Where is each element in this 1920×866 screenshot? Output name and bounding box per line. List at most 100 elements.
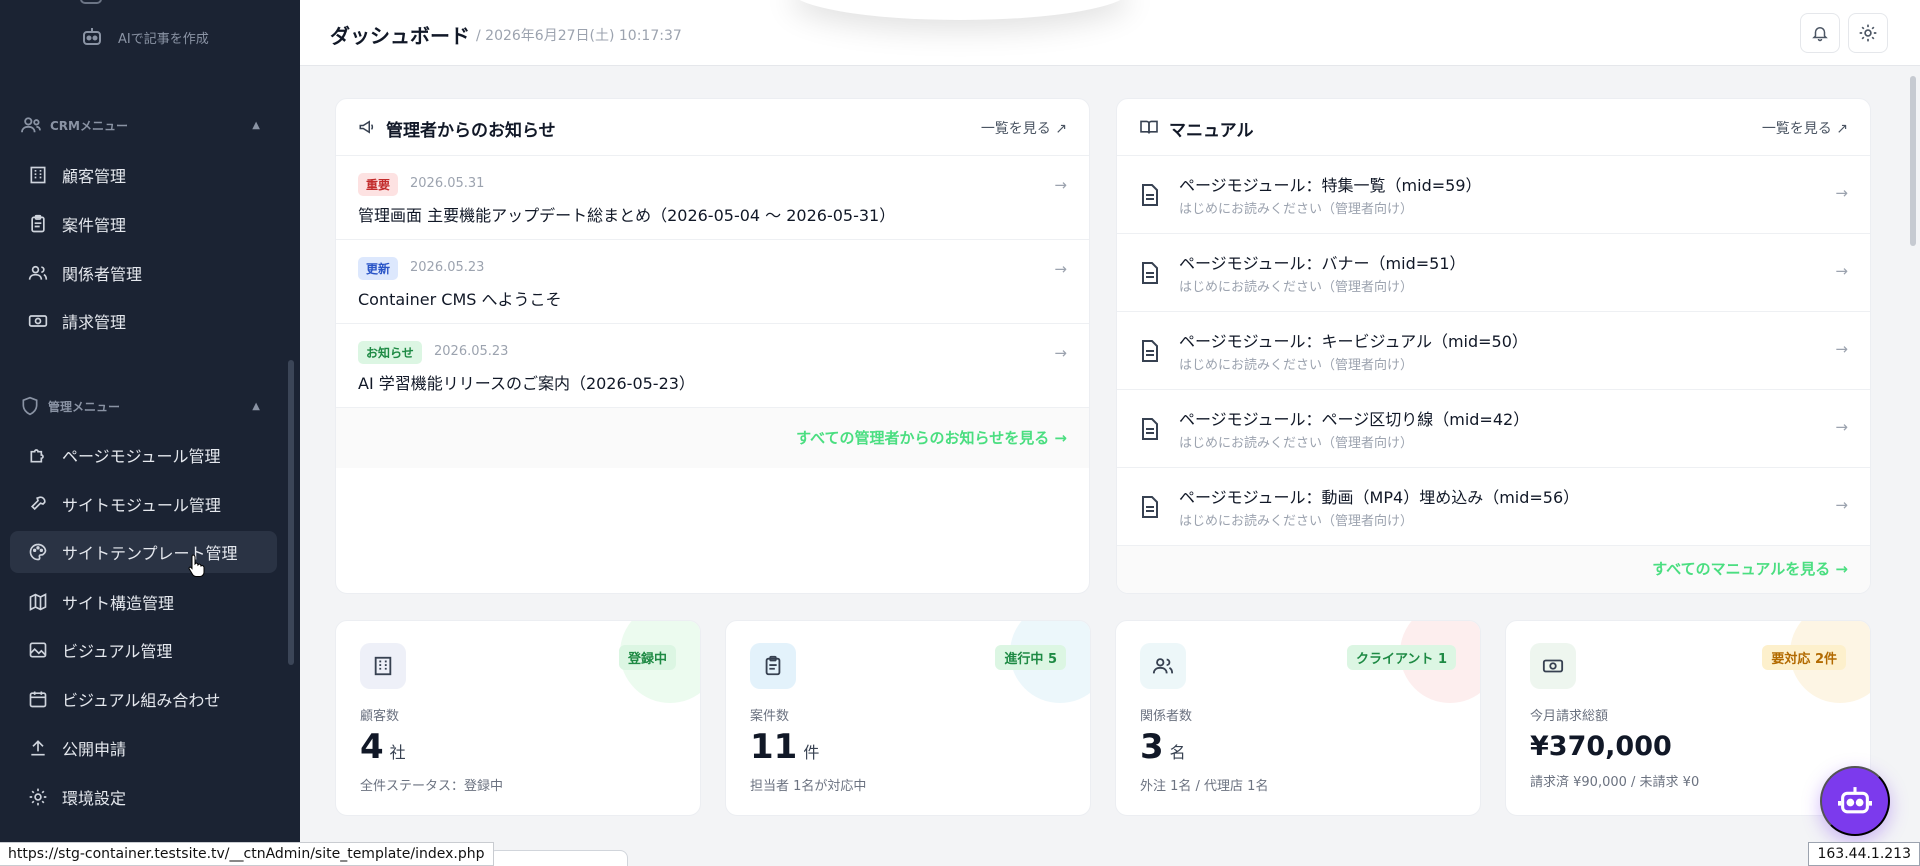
status-badge: 進行中 5 [995, 645, 1066, 670]
document-icon [1142, 340, 1158, 362]
card-title: マニュアル [1169, 121, 1254, 141]
announcement-title: Container CMS へようこそ [358, 290, 562, 309]
manual-title: ページモジュール：動画（MP4）埋め込み（mid=56） [1179, 488, 1580, 507]
stat-label: 関係者数 [1140, 709, 1193, 724]
stat-card-customers[interactable]: 登録中 顧客数 4社 全件ステータス：登録中 [335, 620, 701, 816]
manual-title: ページモジュール：特集一覧（mid=59） [1179, 176, 1482, 195]
stat-unit: 社 [389, 743, 406, 762]
manual-row[interactable]: ページモジュール：特集一覧（mid=59） はじめにお読みください（管理者向け）… [1117, 156, 1870, 234]
announcement-title: AI 学習機能リリースのご案内（2026-05-23） [358, 374, 695, 393]
manual-subtitle: はじめにお読みください（管理者向け） [1179, 436, 1414, 451]
announcement-date: 2026.05.23 [434, 344, 509, 359]
all-manuals-link[interactable]: すべてのマニュアルを見る → [1652, 558, 1848, 579]
ai-chat-button[interactable] [1820, 766, 1890, 836]
ip-indicator: 163.44.1.213 [1808, 842, 1920, 866]
book-open-icon [1140, 120, 1158, 134]
page-title: ダッシュボード [330, 24, 470, 48]
stat-card-projects[interactable]: 進行中 5 案件数 11 件 担当者 1名が対応中 [725, 620, 1091, 816]
sidebar-item-publish-request[interactable]: 公開申請 [10, 727, 277, 769]
chat-icon [80, 0, 102, 4]
sidebar-item-site-modules[interactable]: サイトモジュール管理 [10, 483, 277, 525]
manual-row[interactable]: ページモジュール：ページ区切り線（mid=42） はじめにお読みください（管理者… [1117, 390, 1870, 468]
sidebar-item-label: 請求管理 [62, 313, 127, 332]
sidebar-item-site-structure[interactable]: サイト構造管理 [10, 581, 277, 623]
header-shadow-decoration [790, 0, 1130, 20]
manual-subtitle: はじめにお読みください（管理者向け） [1179, 202, 1414, 217]
sidebar-item-label: 環境設定 [62, 789, 127, 808]
sidebar-item-label: サイト構造管理 [62, 594, 175, 613]
sidebar-item-contacts[interactable]: 関係者管理 [10, 252, 277, 294]
document-icon [1142, 496, 1158, 518]
stat-note: 外注 1名 / 代理店 1名 [1140, 779, 1269, 794]
stat-label: 顧客数 [360, 709, 400, 724]
all-announcements-link[interactable]: すべての管理者からのお知らせを見る → [796, 427, 1067, 448]
announcement-date: 2026.05.23 [410, 260, 485, 275]
sidebar-item-billing[interactable]: 請求管理 [10, 300, 277, 342]
sidebar-item-projects[interactable]: 案件管理 [10, 203, 277, 245]
sidebar-item-label: ビジュアル管理 [62, 642, 173, 661]
card-header: 管理者からのお知らせ 一覧を見る ↗ [336, 99, 1089, 156]
announcement-row[interactable]: お知らせ 2026.05.23 → AI 学習機能リリースのご案内（2026-0… [336, 324, 1089, 408]
document-icon [1142, 184, 1158, 206]
manual-row[interactable]: ページモジュール：バナー（mid=51） はじめにお読みください（管理者向け） … [1117, 234, 1870, 312]
robot-icon [1838, 787, 1872, 814]
sidebar-item-customers[interactable]: 顧客管理 [10, 154, 277, 196]
view-all-link[interactable]: 一覧を見る ↗ [981, 118, 1067, 138]
manual-subtitle: はじめにお読みください（管理者向け） [1179, 358, 1414, 373]
crm-section-header[interactable]: CRMメニュー ▲ [20, 112, 270, 138]
stat-card-contacts[interactable]: クライアント 1 関係者数 3名 外注 1名 / 代理店 1名 [1115, 620, 1481, 816]
sidebar-item-label: 関係者管理 [62, 265, 143, 284]
megaphone-icon [359, 120, 374, 134]
users-icon [21, 117, 41, 133]
page-datetime: / 2026年6月27日(土) 10:17:37 [476, 28, 682, 44]
calendar-icon [29, 691, 47, 708]
announcements-card: 管理者からのお知らせ 一覧を見る ↗ 重要 2026.05.31 → 管理画面 … [335, 98, 1090, 594]
stat-label: 今月請求総額 [1530, 709, 1609, 724]
sidebar-item-site-templates[interactable]: サイトテンプレート管理 [10, 531, 277, 573]
stat-note: 担当者 1名が対応中 [750, 779, 867, 794]
arrow-right-icon: → [1835, 496, 1848, 514]
status-bar-url: https://stg-container.testsite.tv/__ctnA… [0, 842, 494, 866]
shield-icon [22, 396, 38, 416]
sidebar-item-label: サイトモジュール管理 [62, 496, 221, 515]
gear-icon [1859, 24, 1877, 42]
stat-card-billing[interactable]: 要対応 2件 今月請求総額 ¥370,000 請求済 ¥90,000 / 未請求… [1505, 620, 1871, 816]
sidebar-scrollbar[interactable] [288, 360, 294, 665]
announcement-row[interactable]: 重要 2026.05.31 → 管理画面 主要機能アップデート総まとめ（2026… [336, 156, 1089, 240]
sidebar-item-visual-combos[interactable]: ビジュアル組み合わせ [10, 678, 277, 720]
section-label: 管理メニュー [48, 399, 121, 414]
manual-row[interactable]: ページモジュール：動画（MP4）埋め込み（mid=56） はじめにお読みください… [1117, 468, 1870, 546]
card-footer: すべてのマニュアルを見る → [1117, 546, 1870, 593]
hand-cursor-icon [188, 554, 205, 577]
settings-button[interactable] [1848, 13, 1888, 53]
view-all-link[interactable]: 一覧を見る ↗ [1762, 118, 1848, 138]
announcement-date: 2026.05.31 [410, 176, 485, 191]
sidebar-item-ai-article[interactable]: AIで記事を作成 [80, 24, 209, 50]
sidebar-item-visuals[interactable]: ビジュアル管理 [10, 629, 277, 671]
arrow-right-icon: → [1054, 260, 1067, 278]
notifications-button[interactable] [1800, 13, 1840, 53]
puzzle-icon [30, 449, 44, 463]
arrow-right-icon: → [1054, 176, 1067, 194]
clipboard-icon [31, 214, 45, 233]
sidebar-item-label: 公開申請 [62, 740, 127, 759]
sidebar-item-label: ビジュアル組み合わせ [62, 691, 221, 710]
bottom-toolbar-stub [488, 850, 628, 866]
money-icon [28, 315, 48, 327]
manual-row[interactable]: ページモジュール：キービジュアル（mid=50） はじめにお読みください（管理者… [1117, 312, 1870, 390]
document-icon [1142, 262, 1158, 284]
stat-value: 11 件 [750, 727, 819, 767]
sidebar-item-settings[interactable]: 環境設定 [10, 776, 277, 818]
map-icon [29, 593, 47, 611]
stat-number: 11 [750, 727, 798, 767]
admin-section-header[interactable]: 管理メニュー ▲ [20, 393, 270, 419]
sidebar-item-label: サイトテンプレート管理 [62, 544, 238, 563]
main-scrollbar[interactable] [1906, 66, 1920, 846]
stat-value: ¥370,000 [1530, 731, 1672, 762]
bell-icon [1812, 27, 1828, 42]
announcement-row[interactable]: 更新 2026.05.23 → Container CMS へようこそ [336, 240, 1089, 324]
palette-icon [29, 543, 47, 561]
scrollbar-thumb[interactable] [1910, 76, 1916, 246]
sidebar-item-page-modules[interactable]: ページモジュール管理 [10, 434, 277, 476]
building-icon [360, 643, 406, 689]
